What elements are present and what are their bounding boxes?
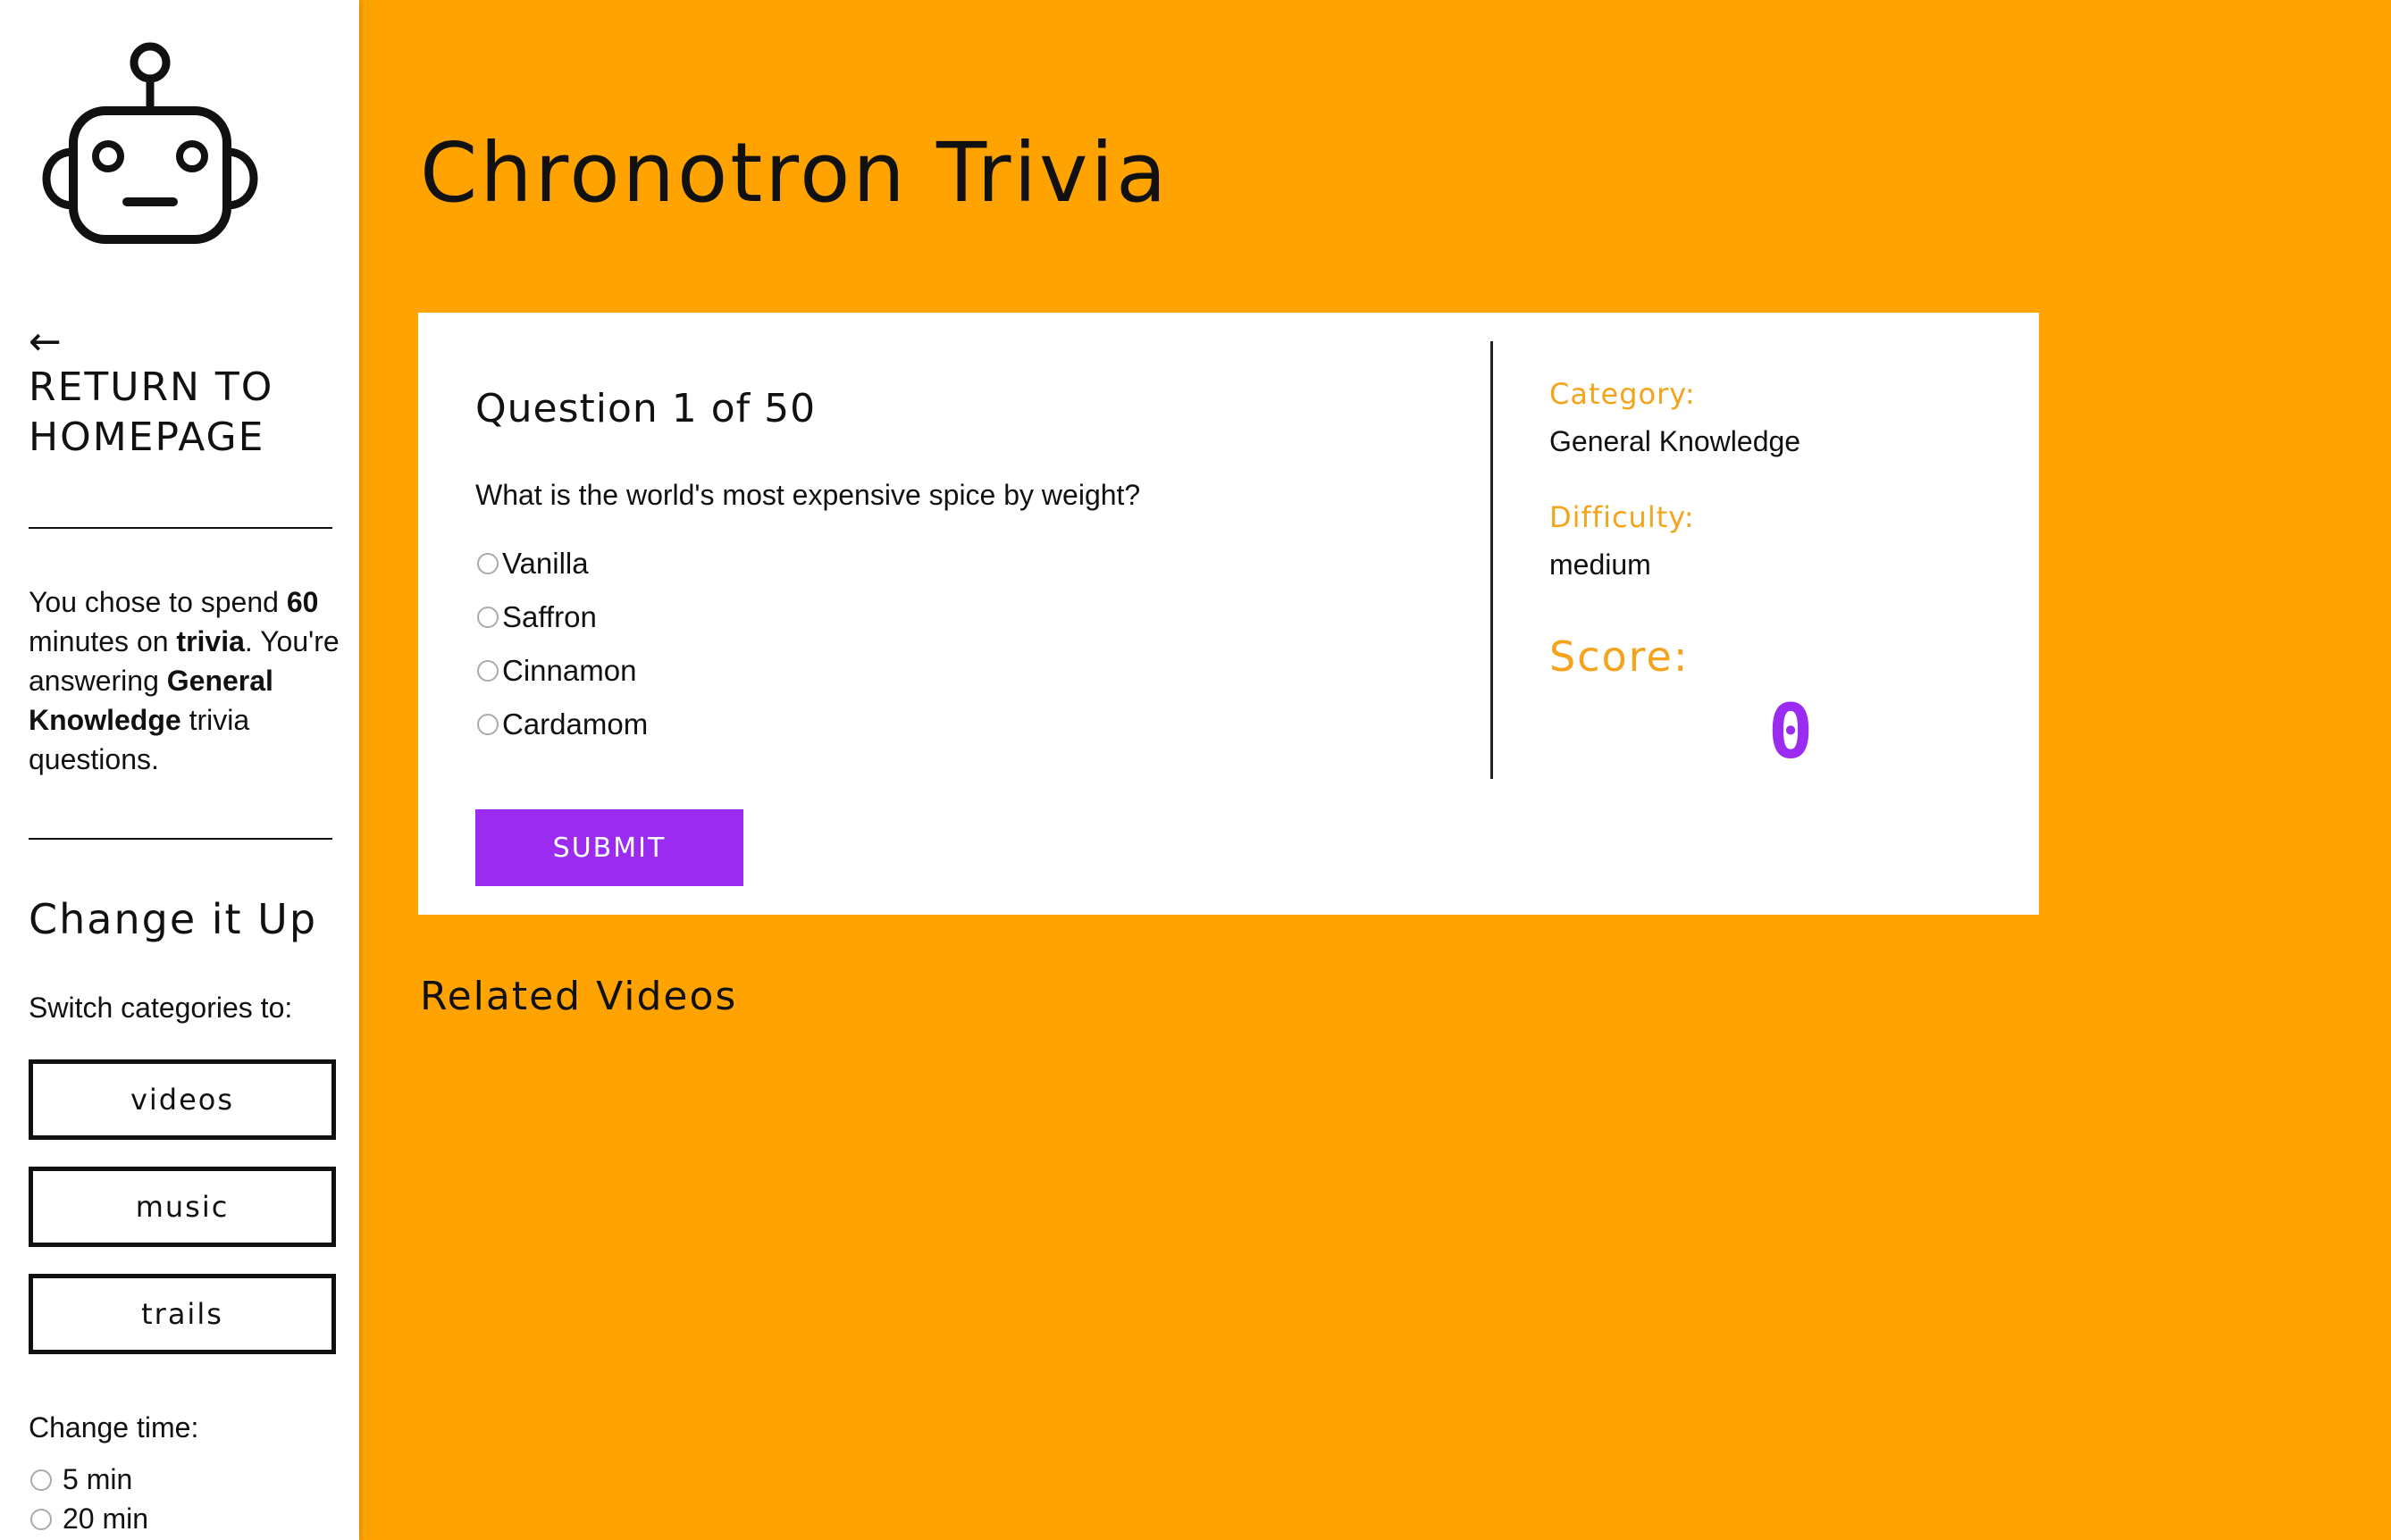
robot-icon: [42, 42, 258, 244]
category-label: Category:: [1549, 377, 1696, 411]
radio-button[interactable]: [477, 660, 499, 682]
answer-option-saffron[interactable]: Saffron: [477, 600, 597, 634]
category-value: General Knowledge: [1549, 425, 1801, 457]
radio-button[interactable]: [30, 1508, 52, 1530]
time-option-5-min[interactable]: 5 min: [30, 1463, 132, 1496]
return-to-homepage-link[interactable]: ← RETURN TO HOMEPAGE: [29, 322, 332, 463]
return-label-line1: RETURN TO: [29, 364, 274, 410]
category-button-music[interactable]: music: [29, 1167, 336, 1247]
switch-categories-label: Switch categories to:: [29, 992, 293, 1024]
change-time-label: Change time:: [29, 1411, 199, 1444]
answer-label: Cardamom: [502, 707, 649, 741]
sidebar: ← RETURN TO HOMEPAGE You chose to spend …: [0, 0, 359, 1540]
score-value: 0: [1767, 688, 1814, 775]
radio-button[interactable]: [30, 1469, 52, 1491]
answer-label: Saffron: [502, 600, 597, 633]
page-title: Chronotron Trivia: [420, 125, 1170, 221]
category-button-trails[interactable]: trails: [29, 1274, 336, 1354]
score-label: Score:: [1549, 632, 1690, 681]
left-arrow-icon: ←: [29, 319, 62, 364]
difficulty-value: medium: [1549, 548, 1651, 581]
card-divider: [1490, 341, 1493, 779]
submit-button[interactable]: SUBMIT: [475, 809, 743, 886]
related-videos-heading: Related Videos: [420, 974, 738, 1019]
radio-button[interactable]: [477, 607, 499, 628]
category-button-videos[interactable]: videos: [29, 1059, 336, 1140]
summary-activity: trivia: [176, 625, 245, 657]
answer-option-cinnamon[interactable]: Cinnamon: [477, 654, 636, 688]
answer-option-vanilla[interactable]: Vanilla: [477, 547, 589, 581]
summary-text: minutes on: [29, 625, 177, 657]
radio-button[interactable]: [477, 714, 499, 735]
radio-button[interactable]: [477, 553, 499, 574]
difficulty-label: Difficulty:: [1549, 500, 1695, 534]
summary-text: You chose to spend: [29, 586, 287, 618]
question-counter: Question 1 of 50: [475, 386, 817, 431]
session-summary: You chose to spend 60 minutes on trivia.…: [29, 582, 341, 779]
answer-label: Vanilla: [502, 547, 589, 580]
time-option-20-min[interactable]: 20 min: [30, 1502, 148, 1536]
time-option-label: 20 min: [63, 1502, 149, 1535]
question-card: Question 1 of 50 What is the world's mos…: [418, 313, 2039, 915]
answer-label: Cinnamon: [502, 654, 637, 687]
summary-minutes: 60: [286, 586, 319, 618]
time-option-label: 5 min: [63, 1463, 133, 1495]
sidebar-divider: [29, 527, 332, 529]
answer-option-cardamom[interactable]: Cardamom: [477, 707, 648, 741]
return-label-line2: HOMEPAGE: [29, 414, 265, 460]
question-text: What is the world's most expensive spice…: [475, 479, 1141, 511]
sidebar-divider: [29, 838, 332, 840]
change-it-up-heading: Change it Up: [29, 895, 318, 943]
